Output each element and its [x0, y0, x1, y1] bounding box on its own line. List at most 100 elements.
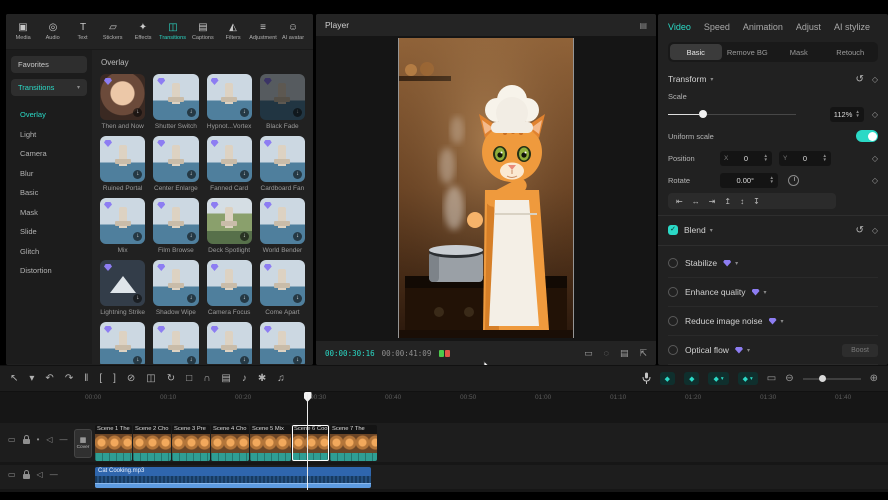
transition-tile[interactable]: ↓ Film Browse: [153, 198, 198, 254]
track-lock-icon[interactable]: [23, 439, 30, 444]
reset-icon[interactable]: ↺: [855, 74, 863, 85]
keyframe-toggle-3[interactable]: ◆▾: [708, 372, 728, 385]
keyframe-icon[interactable]: ◇: [872, 154, 878, 163]
preview-screen-icon[interactable]: ▭: [767, 373, 776, 384]
audio-clip[interactable]: Cat Cooking.mp3: [95, 467, 371, 488]
mute-icon[interactable]: ♪: [242, 373, 247, 385]
transition-tile[interactable]: ↓ Center Enlarge: [153, 136, 198, 192]
freeze-frame-icon[interactable]: ✱: [258, 373, 266, 385]
download-icon[interactable]: ↓: [293, 108, 302, 117]
sidebar-category-item[interactable]: Light: [11, 125, 87, 145]
position-x-stepper[interactable]: X 0 ▲▼: [720, 151, 772, 166]
keyframe-toggle-2[interactable]: ◆: [684, 372, 699, 385]
track-visibility-icon[interactable]: ▭: [8, 435, 16, 444]
keyframe-icon[interactable]: ◇: [872, 75, 878, 84]
timeline-ruler[interactable]: 00:0000:1000:2000:3000:4000:5001:0001:10…: [85, 394, 888, 404]
transition-tile[interactable]: ↓: [153, 322, 198, 364]
track-option-icon[interactable]: •: [37, 435, 40, 444]
transition-tile[interactable]: ↓ Lightning Strike: [100, 260, 145, 316]
zoom-in-icon[interactable]: ⊕: [870, 373, 878, 384]
timeline-clip[interactable]: Scene 6 Coo: [292, 425, 329, 461]
download-icon[interactable]: ↓: [293, 294, 302, 303]
stepper-arrows-icon[interactable]: ▲▼: [770, 176, 774, 184]
transition-tile[interactable]: ↓ Shutter Switch: [153, 74, 198, 130]
download-icon[interactable]: ↓: [133, 232, 142, 241]
track-collapse-icon[interactable]: —: [50, 470, 58, 479]
inspector-tab[interactable]: Animation: [743, 22, 783, 32]
undo-icon[interactable]: ↶: [45, 373, 53, 385]
delete-icon[interactable]: ⊘: [127, 373, 135, 385]
media-toolbar-item[interactable]: ◎ Audio: [38, 23, 68, 41]
timeline-clip[interactable]: Scene 5 Mix: [250, 425, 291, 461]
mirror-icon[interactable]: ◫: [146, 373, 155, 385]
media-toolbar-item[interactable]: ▱ Stickers: [98, 23, 128, 41]
crop-icon[interactable]: □: [186, 373, 192, 385]
sidebar-category-item[interactable]: Glitch: [11, 242, 87, 262]
media-toolbar-item[interactable]: ◭ Filters: [218, 23, 248, 41]
download-icon[interactable]: ↓: [187, 356, 196, 364]
rotate-dial-icon[interactable]: [788, 175, 799, 186]
section-checkbox[interactable]: [668, 316, 678, 326]
track-visibility-icon[interactable]: ▭: [8, 470, 16, 479]
download-icon[interactable]: ↓: [240, 294, 249, 303]
download-icon[interactable]: ↓: [293, 232, 302, 241]
timeline-zoom-slider[interactable]: [803, 374, 861, 384]
stepper-arrows-icon[interactable]: ▲▼: [855, 110, 859, 118]
rotate-stepper[interactable]: 0.00° ▲▼: [720, 173, 778, 188]
section-checkbox[interactable]: [668, 345, 678, 355]
keyframe-toggle-1[interactable]: ◆: [660, 372, 675, 385]
chevron-down-icon[interactable]: ▾: [764, 289, 767, 296]
track-mute-icon[interactable]: ◁: [37, 470, 43, 479]
transition-tile[interactable]: ↓: [100, 322, 145, 364]
media-toolbar-item[interactable]: ☺ AI avatar: [278, 23, 308, 41]
fullscreen-icon[interactable]: ⇱: [639, 348, 647, 359]
zoom-out-icon[interactable]: ⊖: [785, 373, 793, 384]
boost-button[interactable]: Boost: [842, 344, 878, 357]
align-icon[interactable]: ↥: [724, 197, 731, 206]
scale-stepper[interactable]: 112% ▲▼: [830, 107, 864, 122]
align-icon[interactable]: ↕: [740, 197, 744, 206]
transition-tile[interactable]: ↓ Black Fade: [260, 74, 305, 130]
sidebar-category-item[interactable]: Slide: [11, 222, 87, 242]
track-collapse-icon[interactable]: —: [60, 435, 68, 444]
download-icon[interactable]: ↓: [133, 170, 142, 179]
transition-tile[interactable]: ↓ Mix: [100, 198, 145, 254]
download-icon[interactable]: ↓: [187, 294, 196, 303]
inspector-tab[interactable]: Adjust: [796, 22, 821, 32]
media-toolbar-item[interactable]: T Text: [68, 23, 98, 41]
player-options-icon[interactable]: ▤: [639, 21, 647, 30]
reset-icon[interactable]: ↺: [855, 225, 863, 236]
inspector-tab[interactable]: Speed: [704, 22, 730, 32]
transition-tile[interactable]: ↓: [207, 322, 252, 364]
chevron-down-icon[interactable]: ▾: [710, 227, 713, 234]
split-icon[interactable]: ‖: [84, 373, 88, 385]
transition-tile[interactable]: ↓ Deck Spotlight: [207, 198, 252, 254]
section-checkbox[interactable]: [668, 258, 678, 268]
preview-quality-icon[interactable]: [439, 350, 450, 357]
inspector-subtab[interactable]: Mask: [773, 44, 825, 60]
chevron-down-icon[interactable]: ▾: [781, 318, 784, 325]
transitions-group-button[interactable]: Transitions ▾: [11, 79, 87, 96]
uniform-scale-toggle[interactable]: [856, 130, 878, 142]
position-y-stepper[interactable]: Y 0 ▲▼: [779, 151, 831, 166]
magnetic-snap-icon[interactable]: ∩: [203, 373, 210, 385]
keyframe-icon[interactable]: ◇: [872, 176, 878, 185]
timeline-clip[interactable]: Scene 4 Cho: [211, 425, 249, 461]
trim-right-icon[interactable]: ]: [113, 373, 116, 385]
media-toolbar-item[interactable]: ◫ Transitions: [158, 23, 188, 41]
microphone-icon[interactable]: [642, 372, 651, 385]
keyframe-toggle-4[interactable]: ◆▾: [738, 372, 758, 385]
transition-tile[interactable]: ↓ Hypnot...Vortex: [207, 74, 252, 130]
timeline-clip[interactable]: Scene 1 The: [95, 425, 132, 461]
ratio-icon[interactable]: ▤: [620, 348, 629, 359]
transition-tile[interactable]: ↓ Come Apart: [260, 260, 305, 316]
sidebar-category-item[interactable]: Overlay: [11, 105, 87, 125]
extract-audio-icon[interactable]: ♫: [277, 373, 285, 385]
stepper-arrows-icon[interactable]: ▲▼: [764, 154, 768, 162]
transition-tile[interactable]: ↓ Camera Focus: [207, 260, 252, 316]
transition-tile[interactable]: ↓ Ruined Portal: [100, 136, 145, 192]
focus-preview-icon[interactable]: ◌: [604, 348, 609, 359]
inspector-subtab[interactable]: Remove BG: [722, 44, 774, 60]
auto-link-icon[interactable]: ▤: [221, 373, 230, 385]
transition-tile[interactable]: ↓ Then and Now: [100, 74, 145, 130]
